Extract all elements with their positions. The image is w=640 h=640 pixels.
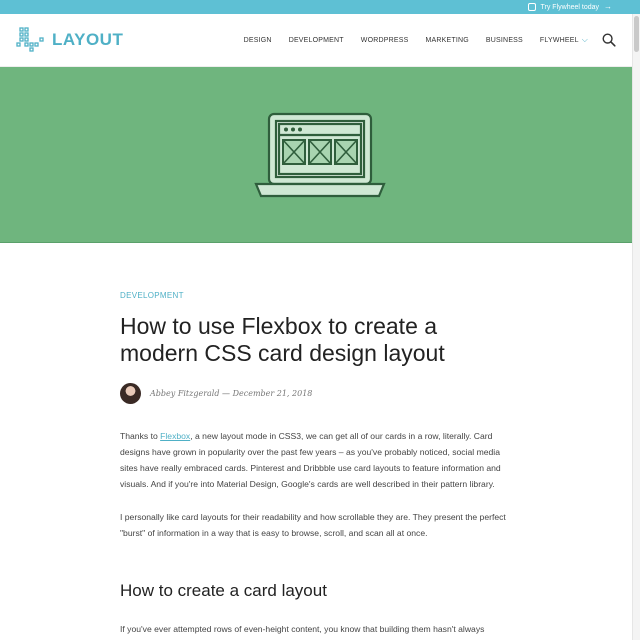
scrollbar[interactable] [632,14,640,640]
page: Try Flywheel today → LAYOUT DESIGN DEVEL… [0,0,640,640]
site-header: LAYOUT DESIGN DEVELOPMENT WORDPRESS MARK… [0,14,640,67]
nav-item-development[interactable]: DEVELOPMENT [289,37,344,44]
nav-item-flywheel-label: FLYWHEEL [539,37,579,44]
section-heading: How to create a card layout [120,581,327,600]
article-title: How to use Flexbox to create a modern CS… [120,313,445,366]
publish-date: December 21, 2018 [232,389,313,398]
byline: Abbey Fitzgerald — December 21, 2018 [120,383,508,404]
byline-separator: — [222,389,231,398]
promo-text[interactable]: Try Flywheel today [541,4,599,11]
promo-bar[interactable]: Try Flywheel today → [0,0,640,14]
category-link[interactable]: DEVELOPMENT [120,291,508,300]
chevron-down-icon: ⌵ [581,35,588,44]
search-button[interactable] [602,33,616,47]
nav-item-marketing[interactable]: MARKETING [426,37,469,44]
nav-item-flywheel[interactable]: FLYWHEEL ⌵ [540,35,588,45]
paragraph-1: Thanks to Flexbox, a new layout mode in … [120,428,508,492]
layout-logo-icon [16,27,44,52]
byline-text: Abbey Fitzgerald — December 21, 2018 [150,389,312,398]
flywheel-icon [527,3,536,11]
nav-item-wordpress[interactable]: WORDPRESS [361,37,409,44]
author-avatar[interactable] [120,383,141,404]
main-nav: DESIGN DEVELOPMENT WORDPRESS MARKETING B… [244,35,588,45]
laptop-icon [254,112,386,197]
scrollbar-thumb[interactable] [634,16,639,52]
search-icon [602,33,616,47]
nav-item-business[interactable]: BUSINESS [486,37,523,44]
site-logo[interactable]: LAYOUT [16,25,123,55]
article: DEVELOPMENT How to use Flexbox to create… [0,291,640,637]
nav-item-design[interactable]: DESIGN [244,37,272,44]
logo-text: LAYOUT [52,30,124,49]
author-name[interactable]: Abbey Fitzgerald [150,389,219,398]
paragraph-3: If you've ever attempted rows of even-he… [120,624,485,634]
hero-banner [0,67,640,243]
p1-before: Thanks to [120,431,161,441]
arrow-right-icon: → [604,2,612,11]
flexbox-link[interactable]: Flexbox [160,431,190,441]
paragraph-2: I personally like card layouts for their… [120,512,506,538]
